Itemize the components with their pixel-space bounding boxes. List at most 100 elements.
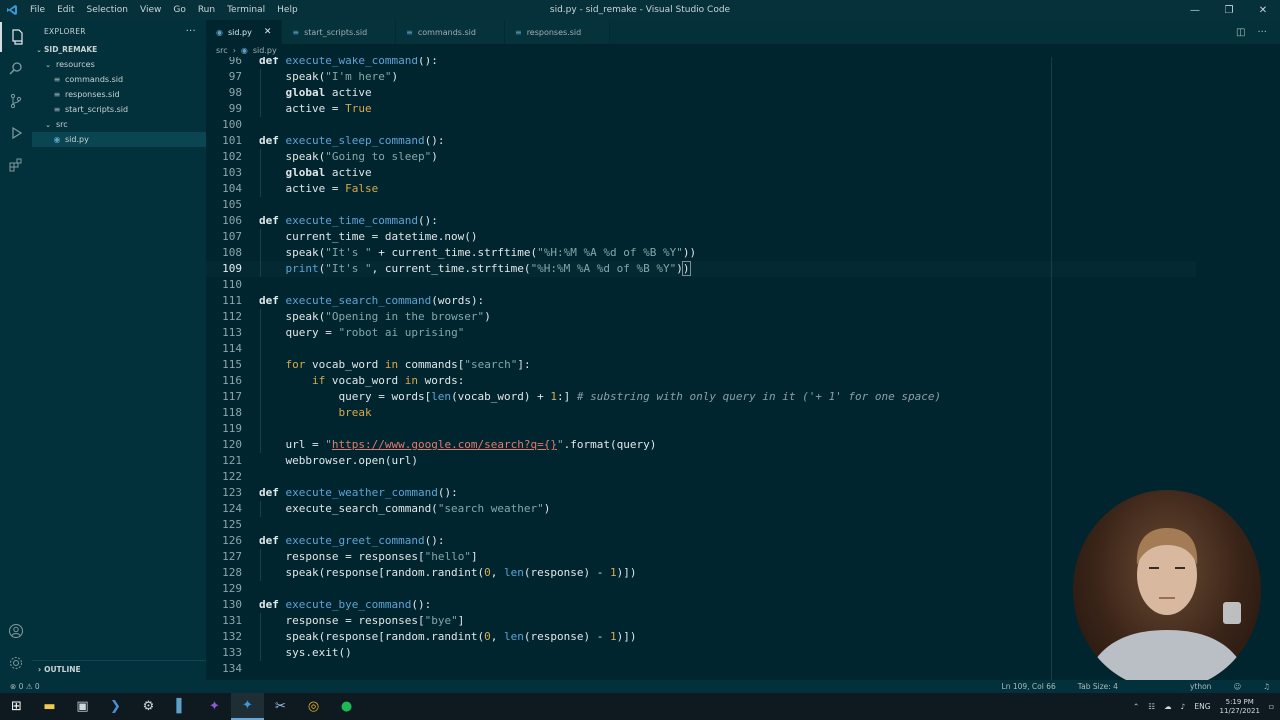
minimize-button[interactable]: — (1178, 0, 1212, 20)
notification-center-icon[interactable]: ▫ (1269, 702, 1274, 711)
menu-item-file[interactable]: File (24, 0, 51, 20)
line-number: 108 (222, 246, 242, 259)
feedback-icon[interactable]: ☺ (1233, 682, 1241, 691)
code-text: if vocab_word in words: (311, 374, 465, 387)
line-number: 120 (222, 438, 242, 451)
code-line: 122 (206, 469, 1196, 485)
windows-start-icon[interactable]: ⊞ (0, 693, 33, 720)
menu-item-help[interactable]: Help (271, 0, 304, 20)
settings-gear-icon[interactable] (0, 648, 32, 678)
problems-indicator[interactable]: ⊗ 0 ⚠ 0 (10, 682, 40, 691)
close-tab-icon[interactable]: ✕ (264, 27, 272, 37)
line-number: 124 (222, 502, 242, 515)
breadcrumb-file[interactable]: sid.py (253, 46, 277, 55)
indent-guide (260, 373, 261, 421)
terminal-icon[interactable]: ▣ (66, 693, 99, 720)
input-language[interactable]: ENG (1194, 702, 1210, 711)
account-icon[interactable] (0, 616, 32, 646)
explorer-sidebar: EXPLORER ··· ⌄ SID_REMAKE ⌄ resources ≡ com… (32, 20, 206, 680)
tab-label: commands.sid (417, 27, 476, 37)
menu-item-run[interactable]: Run (192, 0, 221, 20)
tree-file[interactable]: ≡ responses.sid (32, 87, 206, 102)
chrome-icon[interactable]: ◎ (297, 693, 330, 720)
python-file-icon: ◉ (53, 135, 61, 144)
tree-folder[interactable]: ⌄ src (32, 117, 206, 132)
more-actions-button[interactable]: ··· (186, 26, 196, 37)
file-icon: ≡ (53, 75, 61, 84)
code-line: 130 def execute_bye_command(): (206, 597, 1196, 613)
code-text: speak(response[random.randint(0, len(res… (259, 566, 637, 579)
spotify-icon[interactable]: ● (330, 693, 363, 720)
breadcrumb-folder[interactable]: src (216, 46, 228, 55)
outline-section[interactable]: › OUTLINE (32, 660, 206, 678)
menu-bar: File Edit Selection View Go Run Terminal Help (24, 0, 304, 20)
explorer-icon[interactable] (0, 22, 32, 52)
code-line: 115 for vocab_word in commands["search"]… (206, 357, 1196, 373)
search-icon[interactable] (0, 54, 32, 84)
code-line: 134 (206, 661, 1196, 677)
settings-icon[interactable]: ⚙ (132, 693, 165, 720)
code-line: 121 webbrowser.open(url) (206, 453, 1196, 469)
more-editor-actions-icon[interactable]: ··· (1257, 27, 1267, 38)
line-number: 129 (222, 582, 242, 595)
notes-icon[interactable]: ▌ (165, 693, 198, 720)
tab-start-scripts-sid[interactable]: ≡ start_scripts.sid (282, 20, 397, 44)
menu-item-selection[interactable]: Selection (81, 0, 134, 20)
tree-file[interactable]: ◉ sid.py (32, 132, 206, 147)
source-control-icon[interactable] (0, 86, 32, 116)
line-number: 127 (222, 550, 242, 563)
line-number: 102 (222, 150, 242, 163)
tree-item-label: responses.sid (65, 90, 120, 99)
volume-icon[interactable]: ♪ (1181, 702, 1186, 711)
line-number: 134 (222, 662, 242, 675)
line-number: 133 (222, 646, 242, 659)
line-number: 111 (222, 294, 242, 307)
vscode-icon[interactable]: ✦ (231, 693, 264, 720)
clock[interactable]: 5:19 PM 11/27/2021 (1220, 698, 1260, 716)
tree-folder[interactable]: ⌄ resources (32, 57, 206, 72)
line-number: 113 (222, 326, 242, 339)
line-number: 96 (228, 57, 242, 67)
tab-sid-py[interactable]: ◉ sid.py ✕ (206, 20, 283, 44)
file-icon: ≡ (53, 105, 61, 114)
notifications-bell-icon[interactable]: ♫ (1263, 682, 1270, 691)
tab-size[interactable]: Tab Size: 4 (1078, 682, 1118, 691)
language-mode[interactable]: ython (1190, 682, 1211, 691)
capture-icon[interactable]: ✂ (264, 693, 297, 720)
code-line: 117 query = words[len(vocab_word) + 1:] … (206, 389, 1196, 405)
tray-expand-icon[interactable]: ⌃ (1133, 702, 1139, 711)
tab-responses-sid[interactable]: ≡ responses.sid (504, 20, 611, 44)
powershell-icon[interactable]: ❯ (99, 693, 132, 720)
menu-item-go[interactable]: Go (167, 0, 191, 20)
line-number: 126 (222, 534, 242, 547)
extensions-icon[interactable] (0, 150, 32, 180)
clock-time: 5:19 PM (1225, 697, 1254, 706)
cloud-icon[interactable]: ☁ (1164, 702, 1172, 711)
run-debug-icon[interactable] (0, 118, 32, 148)
file-explorer-icon[interactable]: ▬ (33, 693, 66, 720)
restore-button[interactable]: ❐ (1212, 0, 1246, 20)
file-icon: ≡ (53, 90, 61, 99)
code-line: 128 speak(response[random.randint(0, len… (206, 565, 1196, 581)
project-folder[interactable]: ⌄ SID_REMAKE (32, 42, 206, 57)
code-line: 116 if vocab_word in words: (206, 373, 1196, 389)
menu-item-edit[interactable]: Edit (51, 0, 80, 20)
line-number: 128 (222, 566, 242, 579)
cursor-position[interactable]: Ln 109, Col 66 (1002, 682, 1056, 691)
code-text: def execute_wake_command(): (259, 57, 438, 67)
visual-studio-icon[interactable]: ✦ (198, 693, 231, 720)
network-icon[interactable]: ☷ (1148, 702, 1155, 711)
menu-item-terminal[interactable]: Terminal (221, 0, 271, 20)
tree-file[interactable]: ≡ start_scripts.sid (32, 102, 206, 117)
tree-file[interactable]: ≡ commands.sid (32, 72, 206, 87)
close-window-button[interactable]: ✕ (1246, 0, 1280, 20)
tab-commands-sid[interactable]: ≡ commands.sid (396, 20, 505, 44)
menu-item-view[interactable]: View (134, 0, 167, 20)
tree-item-label: src (56, 120, 68, 129)
code-line: 120 url = "https://www.google.com/search… (206, 437, 1196, 453)
split-editor-icon[interactable]: ◫ (1236, 27, 1245, 38)
code-text: speak(response[random.randint(0, len(res… (259, 630, 637, 643)
indent-guide (260, 549, 261, 581)
code-line: 126 def execute_greet_command(): (206, 533, 1196, 549)
indent-guide (260, 149, 261, 197)
